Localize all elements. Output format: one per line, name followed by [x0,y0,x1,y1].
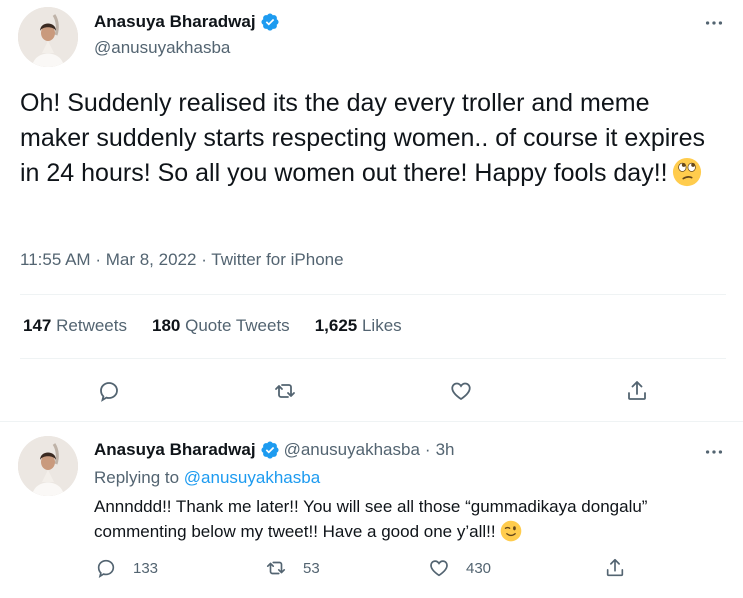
tweet-text-content: Oh! Suddenly realised its the day every … [20,89,706,187]
reply-icon[interactable] [92,374,126,408]
reply-like-button[interactable]: 430 [428,557,491,579]
meta-separator: · [424,440,431,459]
author-name[interactable]: Anasuya Bharadwaj [94,12,256,32]
verified-badge-icon [260,12,280,32]
more-icon[interactable] [702,11,726,35]
avatar-photo [18,436,78,496]
reply-text: Annnddd!! Thank me later!! You will see … [94,494,724,544]
reply-author-handle[interactable]: @anusuyakhasba [284,440,420,460]
author-handle[interactable]: @anusuyakhasba [94,38,230,58]
retweet-icon [266,561,286,575]
like-icon[interactable] [444,374,478,408]
reply-actions: 133 53 430 [0,557,743,585]
meta-separator: · [95,250,101,269]
tweet-stats: 147 Retweets 180 Quote Tweets 1,625 Like… [23,316,427,336]
replying-prefix: Replying to [94,468,180,487]
tweet-meta: 11:55 AM · Mar 8, 2022 · Twitter for iPh… [20,250,344,270]
retweet-count: 53 [303,559,320,577]
tweet-actions [0,374,743,408]
tweet-text: Oh! Suddenly realised its the day every … [20,86,720,191]
divider [20,294,726,295]
meta-separator: · [201,250,207,269]
quote-tweets-stat[interactable]: 180 Quote Tweets [152,316,290,336]
tweet-date[interactable]: Mar 8, 2022 [106,250,197,269]
reply-retweet-button[interactable]: 53 [265,557,320,579]
verified-badge-icon [260,440,280,460]
avatar-photo [18,7,78,67]
tweet-time[interactable]: 11:55 AM [20,250,91,269]
reply-count: 133 [133,559,159,577]
reply-share-button[interactable] [604,557,642,579]
reply-reply-button[interactable]: 133 [95,557,158,579]
more-icon[interactable] [702,440,726,464]
reply-text-content: Annnddd!! Thank me later!! You will see … [94,497,648,541]
like-icon [430,560,448,577]
tweet-source[interactable]: Twitter for iPhone [211,250,343,269]
share-icon[interactable] [620,374,654,408]
reply-author-name[interactable]: Anasuya Bharadwaj [94,440,256,460]
reply-author: Anasuya Bharadwaj @anusuyakhasba · 3h [94,440,455,460]
reply-icon [97,559,115,579]
retweets-stat[interactable]: 147 Retweets [23,316,127,336]
likes-stat[interactable]: 1,625 Likes [315,316,402,336]
reply-time[interactable]: 3h [436,440,455,460]
tweet-author[interactable]: Anasuya Bharadwaj [94,12,280,32]
divider [0,421,743,422]
share-icon [606,558,624,577]
replying-to: Replying to @anusuyakhasba [94,468,320,488]
winking-face-icon [500,520,522,542]
retweet-icon[interactable] [268,374,302,408]
replying-to-link[interactable]: @anusuyakhasba [184,468,320,487]
avatar[interactable] [18,7,78,67]
face-with-rolling-eyes-icon [672,157,702,187]
reply-avatar[interactable] [18,436,78,496]
like-count: 430 [466,559,492,577]
divider [20,358,726,359]
